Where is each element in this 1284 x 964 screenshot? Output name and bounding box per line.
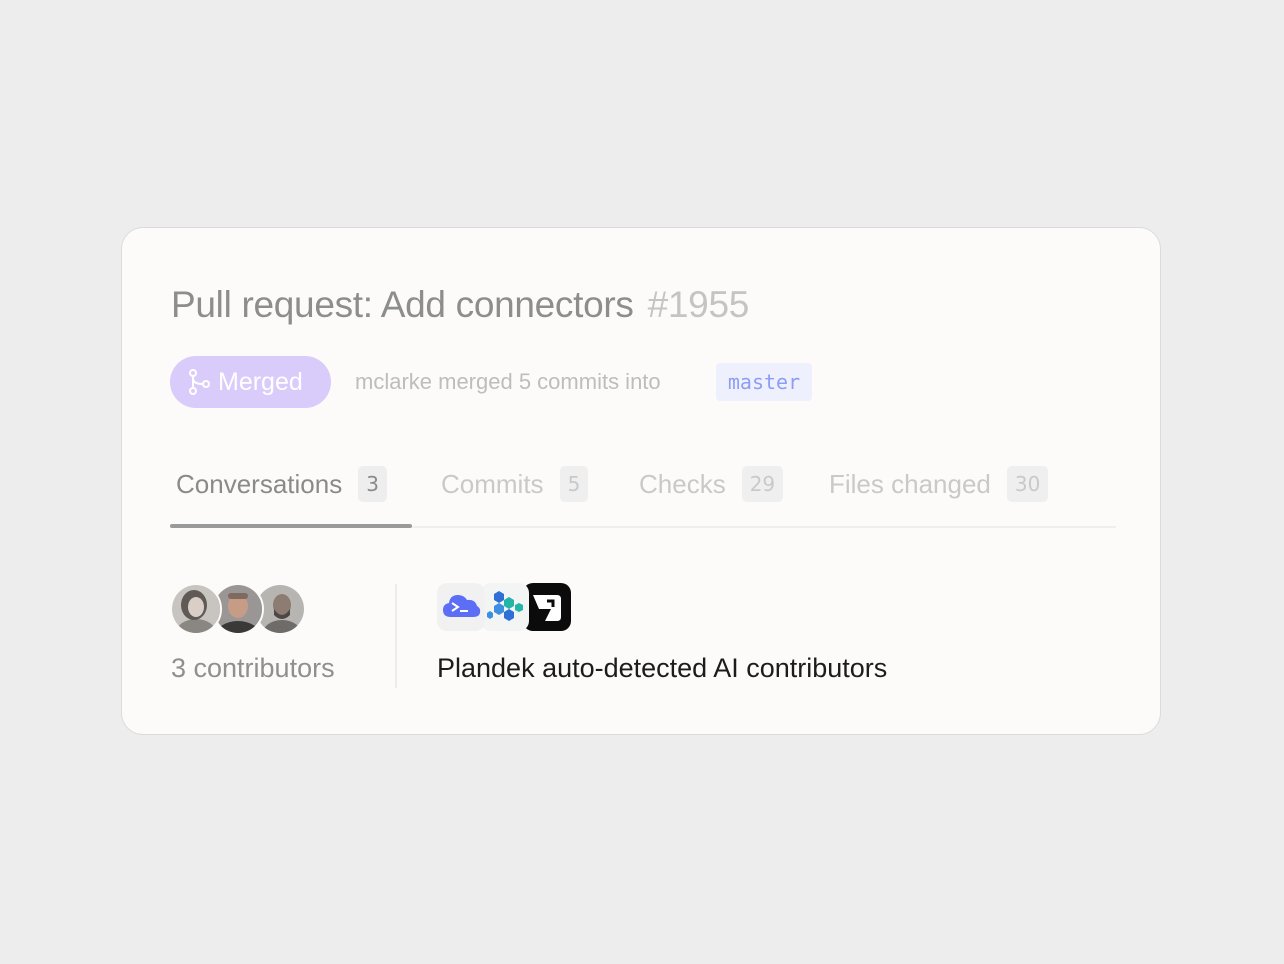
pull-request-card: Pull request: Add connectors #1955 Merged… xyxy=(121,227,1161,735)
tab-label: Conversations xyxy=(176,468,343,499)
ai-contributor-icons xyxy=(437,583,577,633)
tab-files-changed[interactable]: Files changed 30 xyxy=(829,466,1049,502)
page-title: Pull request: Add connectors #1955 xyxy=(171,284,749,326)
merge-icon xyxy=(189,369,210,395)
tab-count: 5 xyxy=(559,466,589,502)
tab-label: Commits xyxy=(441,468,544,499)
hexagon-cluster-icon[interactable] xyxy=(481,583,529,631)
active-tab-indicator xyxy=(170,524,412,528)
merged-status-badge: Merged xyxy=(170,356,331,408)
terminal-cloud-icon[interactable] xyxy=(437,583,485,631)
tab-bar: Conversations 3 Commits 5 Checks 29 File… xyxy=(170,458,1116,528)
avatar[interactable] xyxy=(170,583,222,635)
merged-label: Merged xyxy=(218,367,303,396)
merge-meta-text: mclarke merged 5 commits into xyxy=(355,369,661,394)
tab-commits[interactable]: Commits 5 xyxy=(441,466,589,502)
branch-badge[interactable]: master xyxy=(716,363,812,401)
tab-count: 29 xyxy=(741,466,784,502)
pr-number: #1955 xyxy=(647,284,750,325)
tab-label: Files changed xyxy=(829,468,991,499)
arrow-logo-icon[interactable] xyxy=(523,583,571,631)
tab-count: 30 xyxy=(1006,466,1049,502)
ai-contributors-label: Plandek auto-detected AI contributors xyxy=(437,653,888,683)
pr-title: Pull request: Add connectors xyxy=(171,284,634,325)
section-divider xyxy=(395,584,397,688)
contributors-count: 3 contributors xyxy=(171,653,335,683)
tab-count: 3 xyxy=(358,466,387,502)
tab-label: Checks xyxy=(639,468,726,499)
tab-checks[interactable]: Checks 29 xyxy=(639,466,784,502)
tab-conversations[interactable]: Conversations 3 xyxy=(176,466,387,502)
contributor-avatars xyxy=(170,583,310,635)
